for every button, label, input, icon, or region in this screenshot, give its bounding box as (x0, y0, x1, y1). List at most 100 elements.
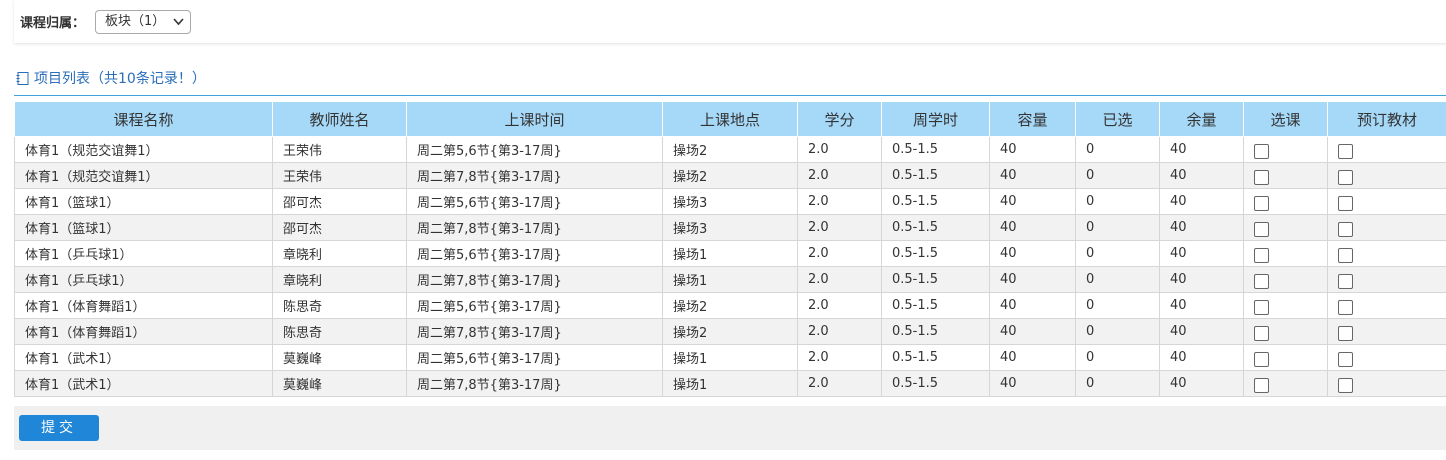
select-course-checkbox[interactable] (1254, 169, 1269, 185)
header-capacity: 容量 (989, 101, 1076, 137)
teacher-name-link[interactable]: 王荣伟 (272, 162, 407, 189)
remaining-count: 40 (1159, 240, 1244, 267)
course-name-link[interactable]: 体育1（规范交谊舞1） (14, 136, 273, 163)
table-row: 体育1（乒乓球1） 章晓利 周二第7,8节{第3-17周} 操场1 2.0 0.5-1.5… (14, 266, 1446, 293)
selected-count: 0 (1075, 344, 1160, 371)
teacher-name-link[interactable]: 陈思奇 (272, 292, 407, 319)
order-textbook-checkbox[interactable] (1338, 195, 1353, 211)
remaining-count: 40 (1159, 214, 1244, 241)
order-textbook-checkbox[interactable] (1338, 325, 1353, 341)
course-name-link[interactable]: 体育1（武术1） (14, 370, 273, 397)
course-name-link[interactable]: 体育1（武术1） (14, 344, 273, 371)
select-course-checkbox-cell (1243, 162, 1328, 189)
notebook-icon (16, 71, 29, 85)
teacher-name-link[interactable]: 章晓利 (272, 240, 407, 267)
class-time: 周二第5,6节{第3-17周} (406, 344, 663, 371)
class-time: 周二第7,8节{第3-17周} (406, 370, 663, 397)
course-name-link[interactable]: 体育1（体育舞蹈1） (14, 292, 273, 319)
capacity: 40 (989, 162, 1076, 189)
teacher-name-link[interactable]: 莫巍峰 (272, 370, 407, 397)
select-course-checkbox[interactable] (1254, 377, 1269, 393)
credit: 2.0 (797, 370, 882, 397)
course-name-link[interactable]: 体育1（乒乓球1） (14, 266, 273, 293)
table-row: 体育1（篮球1） 邵可杰 周二第7,8节{第3-17周} 操场3 2.0 0.5-1.5 4… (14, 214, 1446, 241)
select-course-checkbox-cell (1243, 240, 1328, 267)
credit: 2.0 (797, 136, 882, 163)
order-textbook-checkbox[interactable] (1338, 273, 1353, 289)
order-textbook-checkbox-cell (1327, 292, 1446, 319)
order-textbook-checkbox[interactable] (1338, 221, 1353, 237)
class-time: 周二第5,6节{第3-17周} (406, 188, 663, 215)
footer-bar: 提交 (14, 406, 1446, 450)
order-textbook-checkbox[interactable] (1338, 247, 1353, 263)
class-time: 周二第5,6节{第3-17周} (406, 292, 663, 319)
weekly-hours: 0.5-1.5 (881, 344, 990, 371)
weekly-hours: 0.5-1.5 (881, 214, 990, 241)
header-selected: 已选 (1075, 101, 1160, 137)
credit: 2.0 (797, 214, 882, 241)
select-course-checkbox[interactable] (1254, 325, 1269, 341)
course-category-select[interactable]: 板块（1） (95, 10, 191, 34)
selected-count: 0 (1075, 136, 1160, 163)
header-credit: 学分 (797, 101, 882, 137)
select-course-checkbox[interactable] (1254, 299, 1269, 315)
class-time: 周二第5,6节{第3-17周} (406, 240, 663, 267)
teacher-name-link[interactable]: 邵可杰 (272, 214, 407, 241)
select-course-checkbox[interactable] (1254, 221, 1269, 237)
class-place: 操场2 (662, 162, 798, 189)
table-header-row: 课程名称 教师姓名 上课时间 上课地点 学分 周学时 容量 已选 余量 选课 预… (14, 101, 1446, 137)
select-course-checkbox-cell (1243, 344, 1328, 371)
table-row: 体育1（规范交谊舞1） 王荣伟 周二第7,8节{第3-17周} 操场2 2.0 0.5-1… (14, 162, 1446, 189)
selected-count: 0 (1075, 214, 1160, 241)
course-name-link[interactable]: 体育1（乒乓球1） (14, 240, 273, 267)
capacity: 40 (989, 318, 1076, 345)
chevron-down-icon (173, 11, 184, 41)
course-name-link[interactable]: 体育1（篮球1） (14, 188, 273, 215)
course-name-link[interactable]: 体育1（规范交谊舞1） (14, 162, 273, 189)
teacher-name-link[interactable]: 王荣伟 (272, 136, 407, 163)
class-place: 操场2 (662, 292, 798, 319)
order-textbook-checkbox-cell (1327, 188, 1446, 215)
list-title: 项目列表（共10条记录！） (16, 68, 206, 88)
select-course-checkbox[interactable] (1254, 351, 1269, 367)
remaining-count: 40 (1159, 162, 1244, 189)
class-time: 周二第5,6节{第3-17周} (406, 136, 663, 163)
submit-button[interactable]: 提交 (19, 415, 99, 441)
remaining-count: 40 (1159, 318, 1244, 345)
teacher-name-link[interactable]: 莫巍峰 (272, 344, 407, 371)
capacity: 40 (989, 240, 1076, 267)
order-textbook-checkbox[interactable] (1338, 377, 1353, 393)
select-course-checkbox[interactable] (1254, 143, 1269, 159)
select-course-checkbox[interactable] (1254, 247, 1269, 263)
order-textbook-checkbox-cell (1327, 162, 1446, 189)
capacity: 40 (989, 370, 1076, 397)
teacher-name-link[interactable]: 邵可杰 (272, 188, 407, 215)
weekly-hours: 0.5-1.5 (881, 292, 990, 319)
selected-count: 0 (1075, 292, 1160, 319)
weekly-hours: 0.5-1.5 (881, 136, 990, 163)
select-course-checkbox[interactable] (1254, 195, 1269, 211)
weekly-hours: 0.5-1.5 (881, 370, 990, 397)
class-time: 周二第7,8节{第3-17周} (406, 162, 663, 189)
course-name-link[interactable]: 体育1（体育舞蹈1） (14, 318, 273, 345)
select-course-checkbox[interactable] (1254, 273, 1269, 289)
class-time: 周二第7,8节{第3-17周} (406, 214, 663, 241)
order-textbook-checkbox[interactable] (1338, 143, 1353, 159)
order-textbook-checkbox[interactable] (1338, 351, 1353, 367)
table-row: 体育1（体育舞蹈1） 陈思奇 周二第5,6节{第3-17周} 操场2 2.0 0.5-1.… (14, 292, 1446, 319)
weekly-hours: 0.5-1.5 (881, 188, 990, 215)
order-textbook-checkbox-cell (1327, 344, 1446, 371)
teacher-name-link[interactable]: 陈思奇 (272, 318, 407, 345)
course-category-label: 课程归属： (20, 16, 86, 31)
course-name-link[interactable]: 体育1（篮球1） (14, 214, 273, 241)
title-divider (14, 95, 1446, 96)
remaining-count: 40 (1159, 370, 1244, 397)
weekly-hours: 0.5-1.5 (881, 162, 990, 189)
credit: 2.0 (797, 292, 882, 319)
order-textbook-checkbox[interactable] (1338, 169, 1353, 185)
order-textbook-checkbox[interactable] (1338, 299, 1353, 315)
teacher-name-link[interactable]: 章晓利 (272, 266, 407, 293)
header-course-name: 课程名称 (14, 101, 273, 137)
remaining-count: 40 (1159, 266, 1244, 293)
select-course-checkbox-cell (1243, 136, 1328, 163)
